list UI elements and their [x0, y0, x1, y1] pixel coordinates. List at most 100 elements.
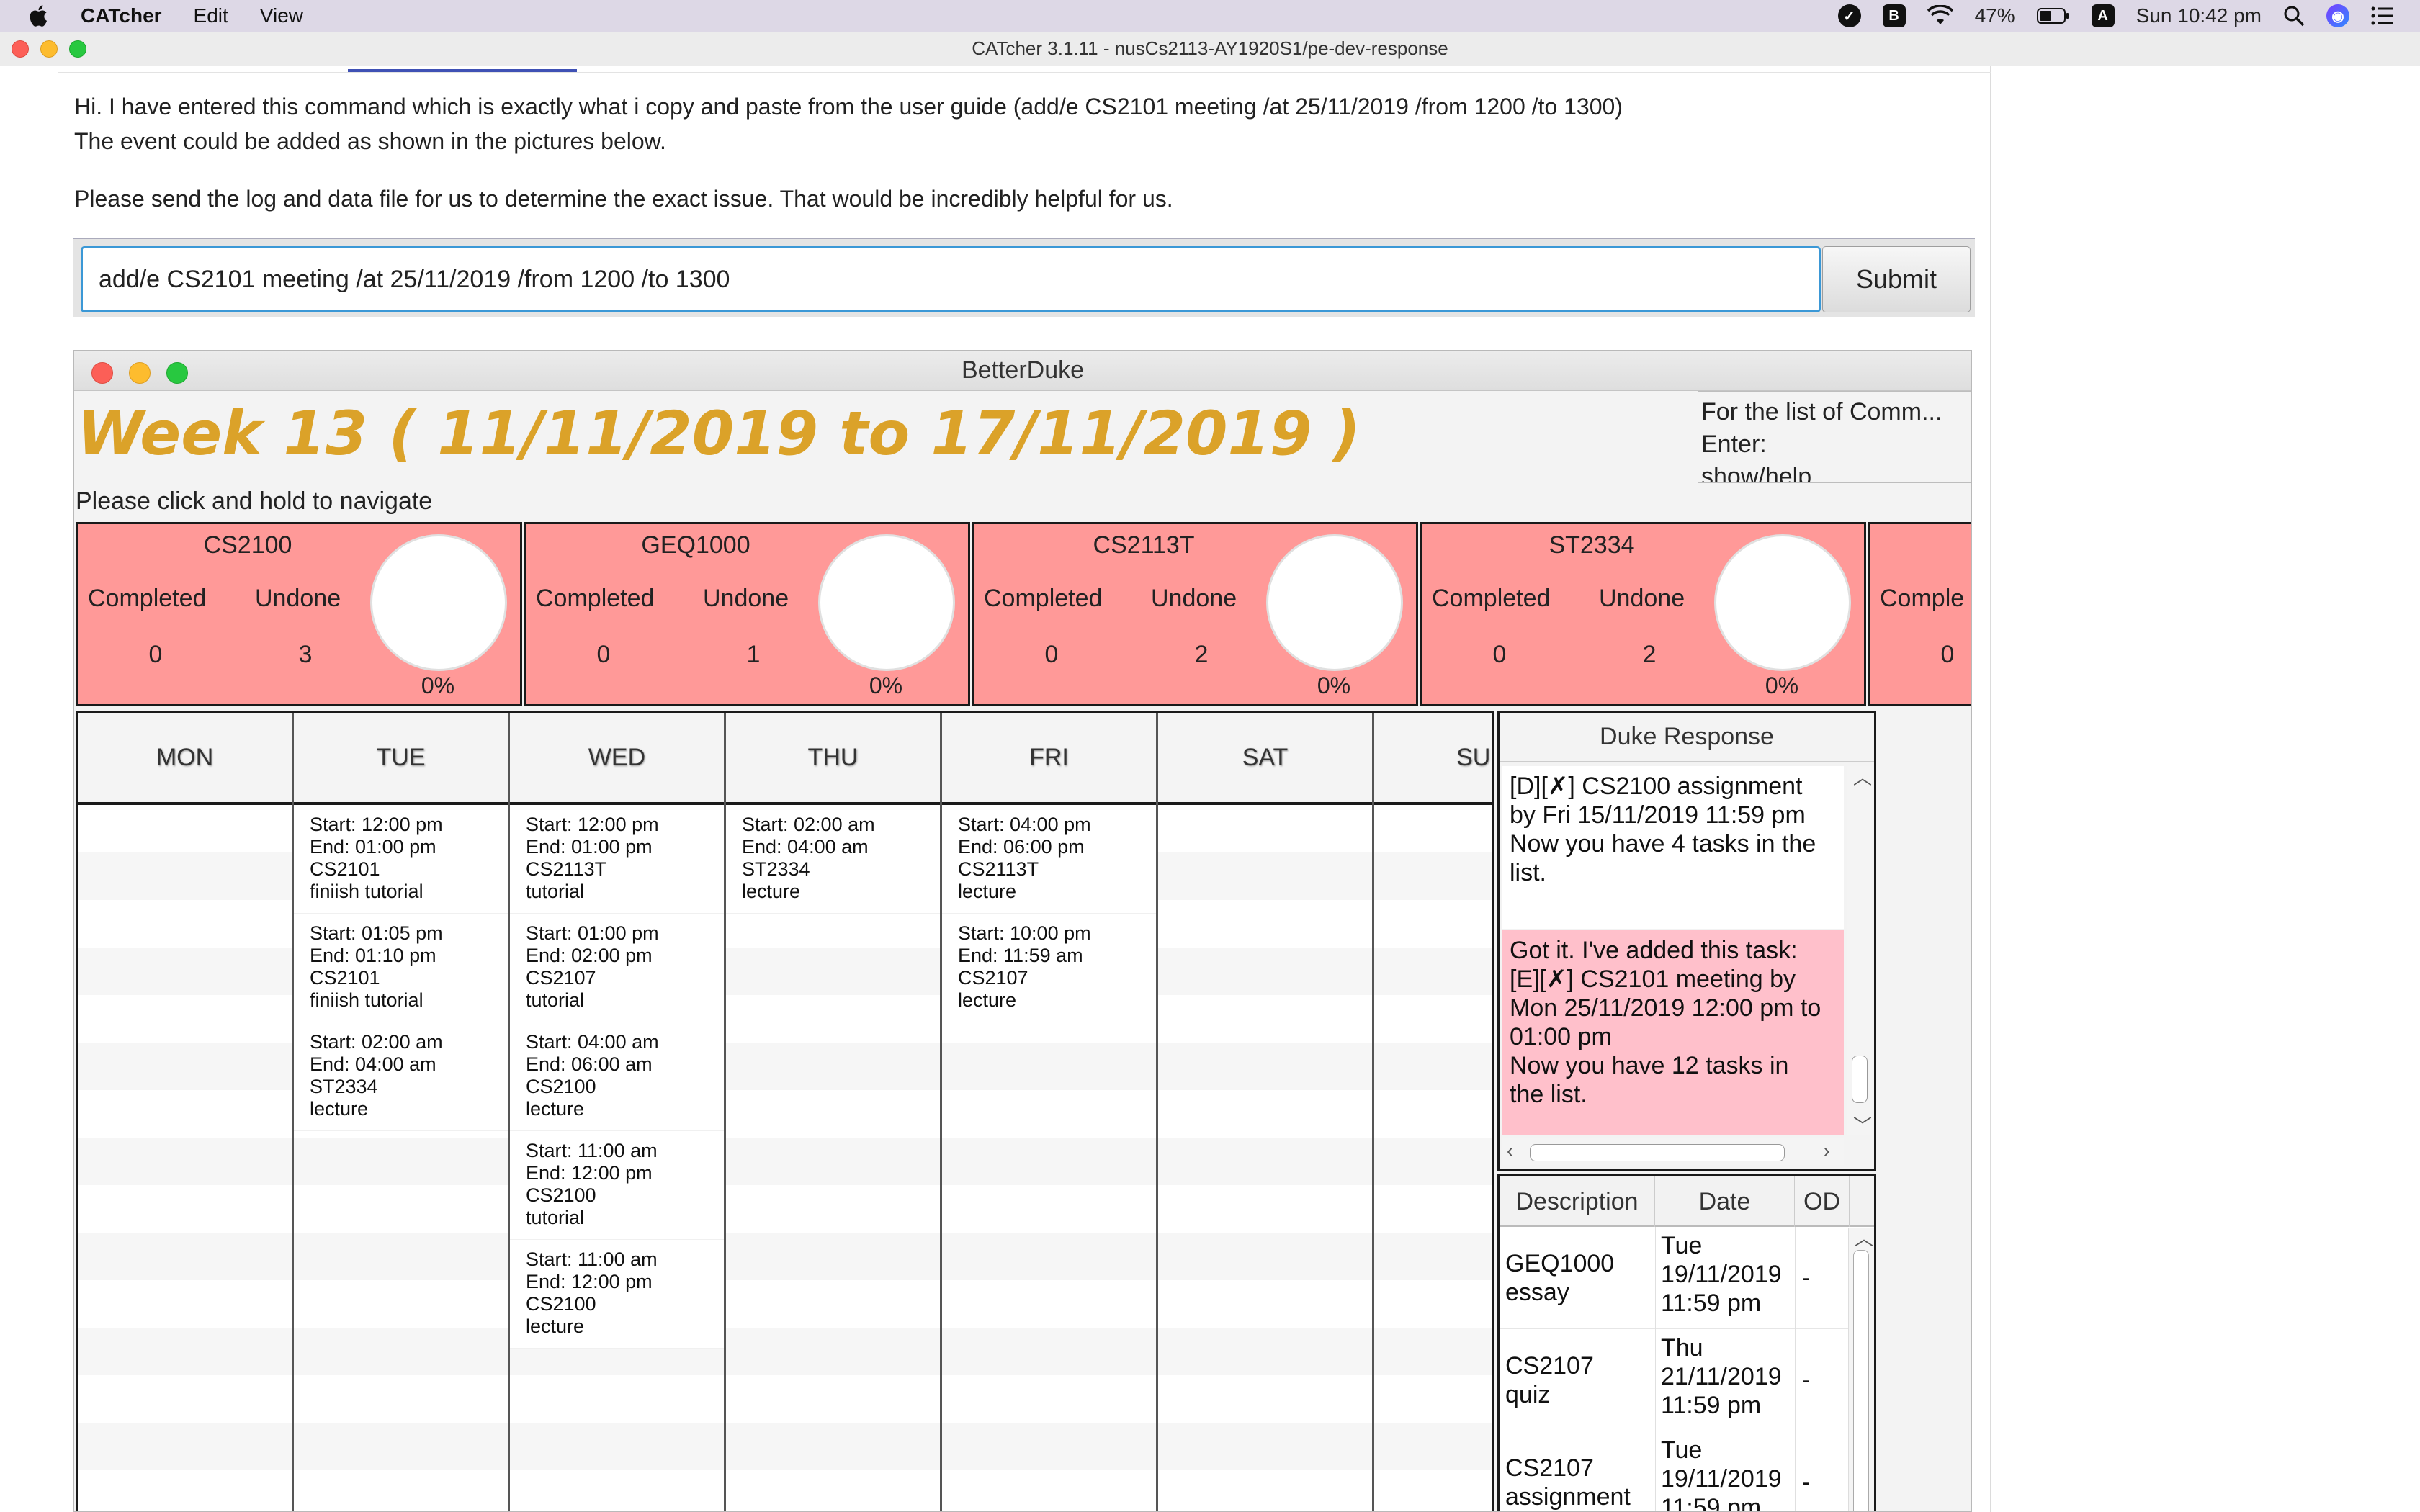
status-area: ✓ B 47% A Sun 10:42 pm ◉: [1837, 0, 2394, 32]
completed-count: 0: [148, 641, 163, 668]
task-date: Thu 21/11/2019 11:59 pm: [1661, 1333, 1791, 1420]
module-card[interactable]: ST2334 Completed Undone 0 2 0%: [1420, 522, 1866, 706]
menu-edit[interactable]: Edit: [194, 4, 228, 27]
column-header-description[interactable]: Description: [1500, 1176, 1655, 1227]
betterduke-maximize-button[interactable]: [166, 362, 188, 384]
day-header[interactable]: SAT: [1158, 713, 1372, 805]
duke-message-line: Mon 25/11/2019 12:00 pm to: [1510, 994, 1821, 1022]
task-scroll-up-icon[interactable]: ︿: [1855, 1224, 1873, 1251]
module-card[interactable]: GEQ1000 Completed Undone 0 1 0%: [524, 522, 970, 706]
command-input[interactable]: add/e CS2101 meeting /at 25/11/2019 /fro…: [81, 246, 1821, 312]
day-header[interactable]: TUE: [294, 713, 508, 805]
duke-vertical-scroll-thumb[interactable]: [1852, 1056, 1868, 1103]
task-date-line: 11:59 pm: [1661, 1392, 1762, 1419]
comment-line-2: The event could be added as shown in the…: [74, 128, 666, 154]
calendar-event[interactable]: Start: 12:00 pm End: 01:00 pm CS2113T tutor…: [510, 805, 724, 914]
event-module: CS2113T: [526, 858, 607, 880]
scroll-left-icon[interactable]: ‹: [1507, 1140, 1513, 1162]
scroll-down-icon[interactable]: ﹀: [1853, 1112, 1872, 1138]
calendar-event[interactable]: Start: 02:00 am End: 04:00 am ST2334 lectur…: [294, 1022, 508, 1131]
event-description: lecture: [742, 881, 801, 902]
progress-percent: 0%: [869, 672, 903, 698]
day-header[interactable]: SUN: [1374, 713, 1492, 805]
notification-center-icon[interactable]: [2371, 6, 2394, 25]
duke-vertical-scrollbar[interactable]: ︿ ﹀: [1847, 763, 1872, 1138]
day-header[interactable]: FRI: [942, 713, 1156, 805]
day-events: Start: 04:00 pm End: 06:00 pm CS2113T lectu…: [942, 805, 1156, 1511]
scroll-up-icon[interactable]: ︿: [1853, 763, 1872, 790]
spotlight-search-icon[interactable]: [2283, 5, 2305, 27]
event-end: End: 04:00 am: [310, 1053, 436, 1075]
calendar-event[interactable]: Start: 02:00 am End: 04:00 am ST2334 lectur…: [726, 805, 940, 914]
menu-view[interactable]: View: [260, 4, 303, 27]
column-header-date[interactable]: Date: [1655, 1176, 1795, 1227]
duke-message-line: by Fri 15/11/2019 11:59 pm: [1510, 801, 1806, 829]
column-separator: [1795, 1227, 1796, 1329]
calendar-event[interactable]: Start: 01:00 pm End: 02:00 pm CS2107 tutori…: [510, 914, 724, 1022]
duke-message-line: [D][✗] CS2100 assignment: [1510, 773, 1803, 800]
battery-icon[interactable]: [2036, 7, 2070, 24]
module-card[interactable]: Comple 0: [1868, 522, 1971, 706]
comment-line-1: Hi. I have entered this command which is…: [74, 94, 1623, 120]
module-card[interactable]: CS2100 Completed Undone 0 3 0%: [76, 522, 522, 706]
duke-response-panel: Duke Response [D][✗] CS2100 assignment by…: [1497, 711, 1876, 1171]
duke-horizontal-scrollbar[interactable]: ‹ ›: [1502, 1138, 1844, 1165]
day-header[interactable]: WED: [510, 713, 724, 805]
wifi-icon[interactable]: [1927, 5, 1953, 27]
day-column-mon: MON: [78, 713, 294, 1511]
betterduke-title-bar: BetterDuke: [74, 351, 1971, 391]
calendar-event[interactable]: Start: 12:00 pm End: 01:00 pm CS2101 finiis…: [294, 805, 508, 914]
module-card[interactable]: CS2113T Completed Undone 0 2 0%: [972, 522, 1418, 706]
task-date-line: 11:59 pm: [1661, 1290, 1762, 1317]
menu-bar: CATcher Edit View ✓ B 47% A Sun 10:42 pm…: [0, 0, 2420, 32]
task-row[interactable]: GEQ1000 essay Tue 19/11/2019 11:59 pm -: [1500, 1227, 1874, 1329]
betterduke-close-button[interactable]: [91, 362, 113, 384]
siri-icon[interactable]: ◉: [2326, 4, 2349, 27]
submit-button[interactable]: Submit: [1822, 246, 1971, 312]
task-date: Tue 19/11/2019 11:59 pm: [1661, 1436, 1791, 1511]
calendar-event[interactable]: Start: 04:00 am End: 06:00 am CS2100 lectur…: [510, 1022, 724, 1131]
event-description: lecture: [310, 1098, 369, 1120]
event-start: Start: 11:00 am: [526, 1140, 658, 1161]
duke-message-line: the list.: [1510, 1081, 1587, 1108]
module-progress-strip[interactable]: CS2100 Completed Undone 0 3 0% GEQ1000 Complete…: [76, 522, 1971, 708]
minimize-window-button[interactable]: [40, 40, 58, 58]
betterduke-minimize-button[interactable]: [129, 362, 151, 384]
menu-app-name[interactable]: CATcher: [81, 4, 162, 27]
maximize-window-button[interactable]: [69, 40, 86, 58]
task-description-line: GEQ1000: [1505, 1250, 1615, 1277]
scroll-right-icon[interactable]: ›: [1824, 1140, 1830, 1162]
menu-clock[interactable]: Sun 10:42 pm: [2136, 4, 2262, 27]
task-row[interactable]: CS2107 quiz Thu 21/11/2019 11:59 pm -: [1500, 1329, 1874, 1431]
apple-logo-icon[interactable]: [27, 4, 52, 28]
calendar-event[interactable]: Start: 04:00 pm End: 06:00 pm CS2113T lectu…: [942, 805, 1156, 914]
calendar-event[interactable]: Start: 01:05 pm End: 01:10 pm CS2101 finiis…: [294, 914, 508, 1022]
input-source-icon[interactable]: A: [2091, 4, 2115, 27]
task-description: CS2107 assignment: [1505, 1431, 1657, 1511]
day-header[interactable]: MON: [78, 713, 292, 805]
day-events: [78, 805, 292, 1511]
completed-count: 0: [1492, 641, 1507, 668]
duke-horizontal-scroll-thumb[interactable]: [1530, 1144, 1785, 1161]
day-column-sun: SUN: [1374, 713, 1492, 1511]
task-vertical-scrollbar[interactable]: ︿: [1848, 1228, 1874, 1511]
help-command-link[interactable]: show/help: [1701, 461, 1968, 482]
task-date-line: Thu: [1661, 1334, 1703, 1362]
event-description: lecture: [958, 989, 1017, 1011]
column-separator: [1795, 1329, 1796, 1431]
task-vertical-scroll-thumb[interactable]: [1853, 1250, 1869, 1511]
task-row[interactable]: CS2107 assignment Tue 19/11/2019 11:59 pm -: [1500, 1431, 1874, 1511]
calendar-event[interactable]: Start: 11:00 am End: 12:00 pm CS2100 tutori…: [510, 1131, 724, 1240]
event-end: End: 01:00 pm: [310, 836, 436, 858]
check-icon[interactable]: ✓: [1837, 4, 1861, 27]
b-app-icon[interactable]: B: [1882, 4, 1906, 27]
calendar-event[interactable]: Start: 10:00 pm End: 11:59 am CS2107 lectur…: [942, 914, 1156, 1022]
column-header-od[interactable]: OD: [1795, 1176, 1850, 1227]
calendar-event[interactable]: Start: 11:00 am End: 12:00 pm CS2100 lectur…: [510, 1240, 724, 1349]
day-header[interactable]: THU: [726, 713, 940, 805]
event-end: End: 01:00 pm: [526, 836, 653, 858]
event-start: Start: 12:00 pm: [526, 814, 659, 835]
task-date-line: 19/11/2019: [1661, 1465, 1782, 1493]
progress-pie-chart: [1714, 534, 1851, 671]
close-window-button[interactable]: [12, 40, 29, 58]
